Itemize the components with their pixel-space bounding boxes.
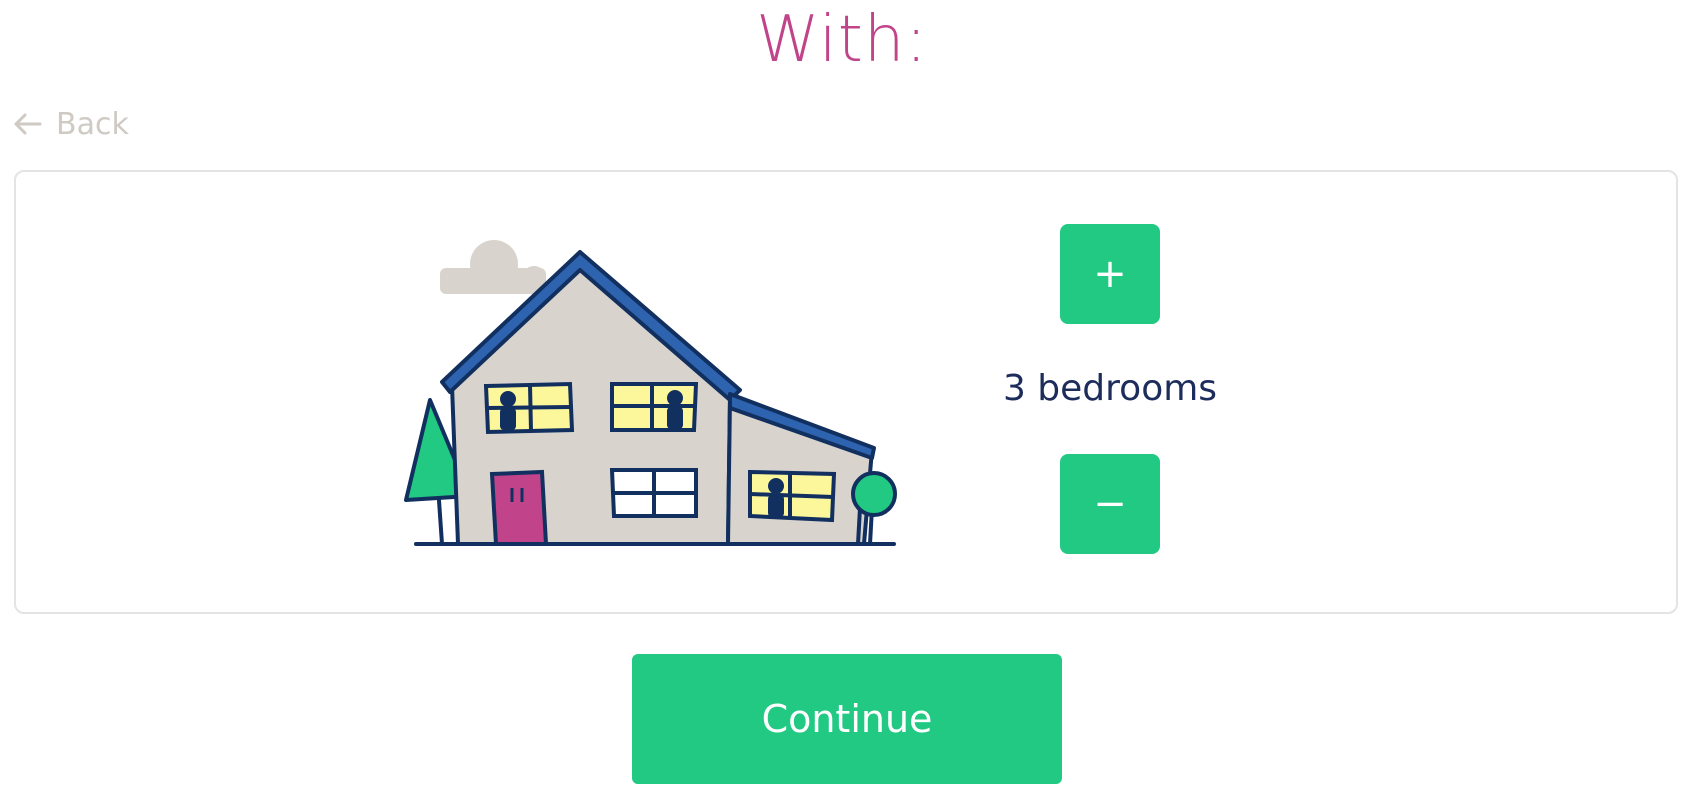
round-tree-icon (851, 471, 897, 545)
page-title: With: (756, 3, 928, 77)
cloud-icon (440, 240, 546, 294)
window-annex (748, 469, 837, 523)
decrement-bedrooms-button[interactable]: − (1060, 454, 1160, 554)
house-illustration (400, 218, 910, 563)
back-link[interactable]: Back (12, 104, 129, 144)
back-label: Back (56, 106, 129, 142)
window-top-left (483, 381, 575, 435)
door-icon (489, 469, 549, 546)
increment-bedrooms-button[interactable]: + (1060, 224, 1160, 324)
continue-button[interactable]: Continue (632, 654, 1062, 784)
window-top-right (610, 382, 699, 432)
window-bottom-middle (609, 468, 698, 518)
arrow-left-icon (12, 112, 42, 136)
bedrooms-count-label: 3 bedrooms (1002, 368, 1218, 409)
